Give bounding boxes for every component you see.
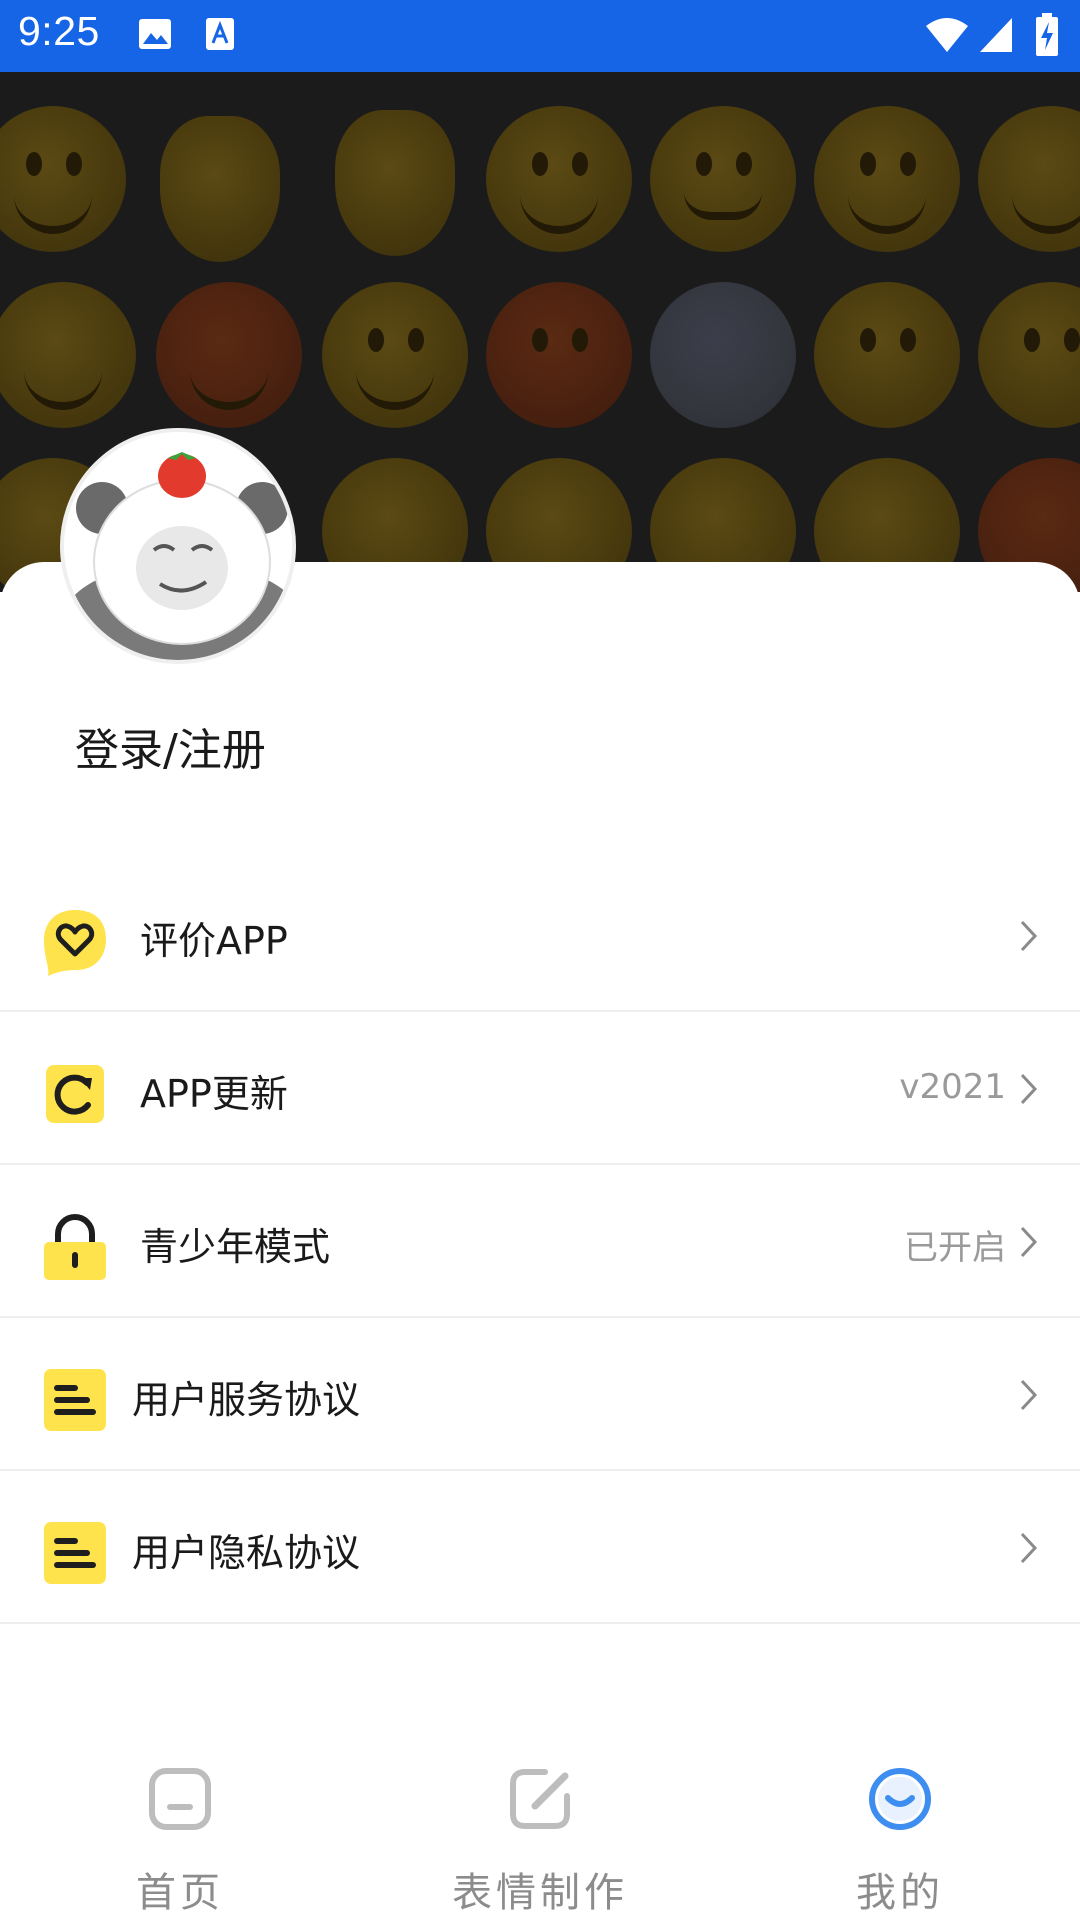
image-notification-icon xyxy=(139,19,171,49)
chevron-right-icon xyxy=(1020,1073,1038,1105)
version-value: v2021 xyxy=(899,1067,1006,1107)
sad-sweat-emoji-icon xyxy=(814,282,960,428)
wifi-icon xyxy=(926,18,968,52)
status-time: 9:25 xyxy=(18,8,100,54)
battery-charging-icon xyxy=(1036,13,1058,56)
nav-tab-meme-maker[interactable]: 表情制作 xyxy=(360,1740,720,1920)
laughing-emoji-icon xyxy=(0,282,136,428)
menu-item-app-update[interactable]: APP更新 v2021 xyxy=(0,1013,1080,1165)
menu-label: 用户隐私协议 xyxy=(132,1531,361,1575)
teen-mode-status: 已开启 xyxy=(904,1228,1006,1268)
lock-icon xyxy=(44,1214,106,1280)
nav-tab-home[interactable]: 首页 xyxy=(0,1740,360,1920)
nav-label: 首页 xyxy=(136,1870,224,1916)
profile-smile-icon xyxy=(869,1768,931,1830)
chevron-right-icon xyxy=(1020,1532,1038,1564)
menu-item-user-service-agreement[interactable]: 用户服务协议 xyxy=(0,1319,1080,1471)
text-notification-icon xyxy=(206,18,234,50)
status-bar: 9:25 xyxy=(0,0,1080,72)
screaming-emoji-icon xyxy=(650,282,796,428)
surprised-emoji-icon xyxy=(978,282,1080,428)
avatar[interactable] xyxy=(60,428,296,664)
tongue-emoji-icon xyxy=(486,106,632,252)
sweat-smile-emoji-icon xyxy=(814,106,960,252)
panda-avatar-icon xyxy=(64,432,292,660)
menu-item-rate-app[interactable]: 评价APP xyxy=(0,860,1080,1012)
document-icon xyxy=(44,1369,106,1431)
slight-smile-emoji-icon xyxy=(650,106,796,252)
signal-icon xyxy=(980,18,1012,52)
cowboy-emoji-icon xyxy=(322,282,468,428)
clapping-hands-emoji-icon xyxy=(160,116,280,262)
menu-item-teen-mode[interactable]: 青少年模式 已开启 xyxy=(0,1166,1080,1318)
menu-label: APP更新 xyxy=(140,1072,288,1116)
waving-hand-emoji-icon xyxy=(335,110,455,256)
refresh-icon xyxy=(46,1065,104,1123)
menu-label: 评价APP xyxy=(140,919,288,963)
bottom-navigation: 首页 表情制作 我的 xyxy=(0,1740,1080,1920)
smiley-emoji-icon xyxy=(0,106,126,252)
nav-label: 我的 xyxy=(856,1870,944,1916)
angry-emoji-icon xyxy=(486,282,632,428)
login-register-link[interactable]: 登录/注册 xyxy=(75,714,266,778)
nav-tab-mine[interactable]: 我的 xyxy=(720,1740,1080,1920)
menu-label: 青少年模式 xyxy=(140,1225,331,1269)
menu-item-user-privacy-agreement[interactable]: 用户隐私协议 xyxy=(0,1472,1080,1624)
sunglasses-emoji-icon xyxy=(978,106,1080,252)
nav-label: 表情制作 xyxy=(452,1870,628,1916)
document-icon xyxy=(44,1522,106,1584)
chevron-right-icon xyxy=(1020,920,1038,952)
edit-icon xyxy=(510,1769,570,1829)
menu-label: 用户服务协议 xyxy=(132,1378,361,1422)
heart-icon xyxy=(44,910,106,976)
chevron-right-icon xyxy=(1020,1379,1038,1411)
chevron-right-icon xyxy=(1020,1226,1038,1258)
home-icon xyxy=(149,1768,211,1830)
clown-emoji-icon xyxy=(156,282,302,428)
